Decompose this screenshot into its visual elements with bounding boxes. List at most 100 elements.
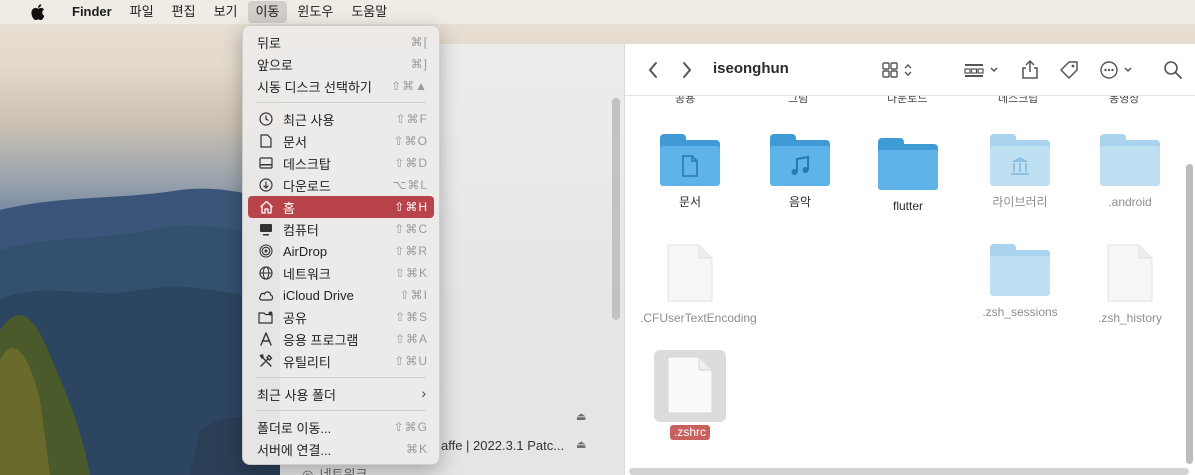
menu-separator (256, 377, 426, 378)
menu-item-forward[interactable]: 앞으로 ⌘] (248, 53, 434, 75)
menu-item-recents[interactable]: 최근 사용 ⇧⌘F (248, 108, 434, 130)
file-cfusertextencoding[interactable]: .CFUserTextEncoding (640, 244, 757, 326)
sidebar-scrollbar[interactable] (612, 98, 620, 320)
sidebar-item-network[interactable]: ◎ 네트워크 (302, 464, 367, 475)
chevron-left-icon (648, 62, 657, 78)
folder-icon (1100, 134, 1160, 186)
menu-separator (256, 410, 426, 411)
menu-item-recent-folders[interactable]: 최근 사용 폴더 › (248, 383, 434, 405)
computer-icon (257, 221, 275, 237)
menu-item-computer[interactable]: 컴퓨터 ⇧⌘C (248, 218, 434, 240)
menu-edit[interactable]: 편집 (164, 1, 204, 23)
grid-view-icon (882, 62, 912, 78)
menu-item-icloud-drive[interactable]: iCloud Drive ⇧⌘I (248, 284, 434, 306)
sidebar-item-label: 네트워크 (319, 467, 368, 475)
tag-button[interactable] (1057, 58, 1081, 82)
partial-label: 그림 (788, 96, 809, 105)
view-mode-button[interactable] (881, 58, 917, 82)
document-icon (257, 133, 275, 149)
item-label: .zsh_sessions (982, 305, 1058, 319)
window-title: iseonghun (713, 60, 789, 77)
cloud-icon (257, 287, 275, 303)
menu-item-desktop[interactable]: 데스크탑 ⇧⌘D (248, 152, 434, 174)
file-zshrc[interactable]: .zshrc (640, 350, 740, 440)
desktop-icon (257, 155, 275, 171)
folder-icon (878, 138, 938, 190)
menu-file[interactable]: 파일 (122, 1, 162, 23)
menu-item-startup-disk[interactable]: 시동 디스크 선택하기 ⇧⌘▲ (248, 75, 434, 97)
forward-button[interactable] (677, 58, 697, 82)
document-icon (667, 244, 713, 302)
apple-icon[interactable] (30, 3, 46, 21)
menu-item-network[interactable]: 네트워크 ⇧⌘K (248, 262, 434, 284)
document-icon (682, 155, 698, 177)
folder-icon (990, 134, 1050, 186)
menu-item-downloads[interactable]: 다운로드 ⌥⌘L (248, 174, 434, 196)
airdrop-icon (257, 243, 275, 259)
partial-label: 데스크탑 (998, 96, 1039, 105)
eject-icon[interactable]: ⏏ (576, 438, 586, 451)
download-icon (257, 177, 275, 193)
share-button[interactable] (1019, 58, 1041, 82)
menu-item-applications[interactable]: 응용 프로그램 ⇧⌘A (248, 328, 434, 350)
file-zsh-history[interactable]: .zsh_history (1080, 244, 1180, 326)
menu-item-back[interactable]: 뒤로 ⌘[ (248, 31, 434, 53)
menu-item-go-to-folder[interactable]: 폴더로 이동... ⇧⌘G (248, 416, 434, 438)
menu-view[interactable]: 보기 (206, 1, 246, 23)
item-label: 문서 (678, 195, 702, 209)
folder-icon (660, 134, 720, 186)
library-icon (1011, 157, 1029, 175)
document-icon (1107, 244, 1153, 302)
sidebar-item-device[interactable]: affe | 2022.3.1 Patc... (441, 438, 564, 453)
folder-icon (770, 134, 830, 186)
menu-go[interactable]: 이동 (247, 1, 288, 23)
rename-field[interactable]: .zshrc (669, 425, 710, 440)
ellipsis-circle-icon (1100, 61, 1132, 79)
menu-item-home[interactable]: 홈 ⇧⌘H (248, 196, 434, 218)
folder-music[interactable]: 음악 (750, 134, 850, 210)
partial-label: 동영상 (1109, 96, 1140, 105)
folder-library[interactable]: 라이브러리 (970, 134, 1070, 210)
menu-separator (256, 102, 426, 103)
menu-item-documents[interactable]: 문서 ⇧⌘O (248, 130, 434, 152)
group-icon (964, 64, 998, 77)
item-label: flutter (892, 199, 923, 213)
back-button[interactable] (643, 58, 663, 82)
document-icon (667, 356, 713, 414)
folder-flutter[interactable]: flutter (858, 138, 958, 214)
folder-zsh-sessions[interactable]: .zsh_sessions (970, 244, 1070, 320)
finder-toolbar: iseonghun (625, 44, 1195, 96)
menu-window[interactable]: 윈도우 (289, 1, 341, 23)
eject-icon[interactable]: ⏏ (576, 410, 586, 423)
shared-folder-icon (257, 309, 275, 325)
clock-icon (257, 111, 275, 127)
menu-item-shared[interactable]: 공유 ⇧⌘S (248, 306, 434, 328)
share-icon (1022, 60, 1038, 79)
item-label: .zsh_history (1097, 311, 1163, 325)
home-icon (257, 199, 275, 215)
utilities-icon (257, 353, 275, 369)
vertical-scrollbar[interactable] (1186, 164, 1193, 464)
menu-help[interactable]: 도움말 (343, 1, 395, 23)
group-button[interactable] (963, 58, 1003, 82)
folder-icon (990, 244, 1050, 296)
menu-finder[interactable]: Finder (64, 1, 120, 23)
menu-item-airdrop[interactable]: AirDrop ⇧⌘R (248, 240, 434, 262)
horizontal-scrollbar[interactable] (629, 468, 1189, 475)
folder-documents[interactable]: 문서 (640, 134, 740, 210)
network-icon (257, 265, 275, 281)
search-icon (1164, 61, 1182, 79)
icon-view: 공용 그림 다운로드 데스크탑 동영상 문서 음악 flutter 라이브러리 … (625, 96, 1185, 466)
item-label: 라이브러리 (992, 195, 1048, 209)
partial-label: 공용 (675, 96, 696, 105)
music-note-icon (791, 155, 809, 175)
folder-android[interactable]: .android (1080, 134, 1180, 210)
more-actions-button[interactable] (1099, 58, 1139, 82)
go-menu: 뒤로 ⌘[ 앞으로 ⌘] 시동 디스크 선택하기 ⇧⌘▲ 최근 사용 ⇧⌘F 문… (242, 25, 440, 465)
menu-item-connect-server[interactable]: 서버에 연결... ⌘K (248, 438, 434, 460)
menu-item-utilities[interactable]: 유틸리티 ⇧⌘U (248, 350, 434, 372)
search-button[interactable] (1161, 58, 1185, 82)
network-icon: ◎ (302, 467, 314, 475)
item-label: .CFUserTextEncoding (640, 311, 757, 325)
applications-icon (257, 331, 275, 347)
